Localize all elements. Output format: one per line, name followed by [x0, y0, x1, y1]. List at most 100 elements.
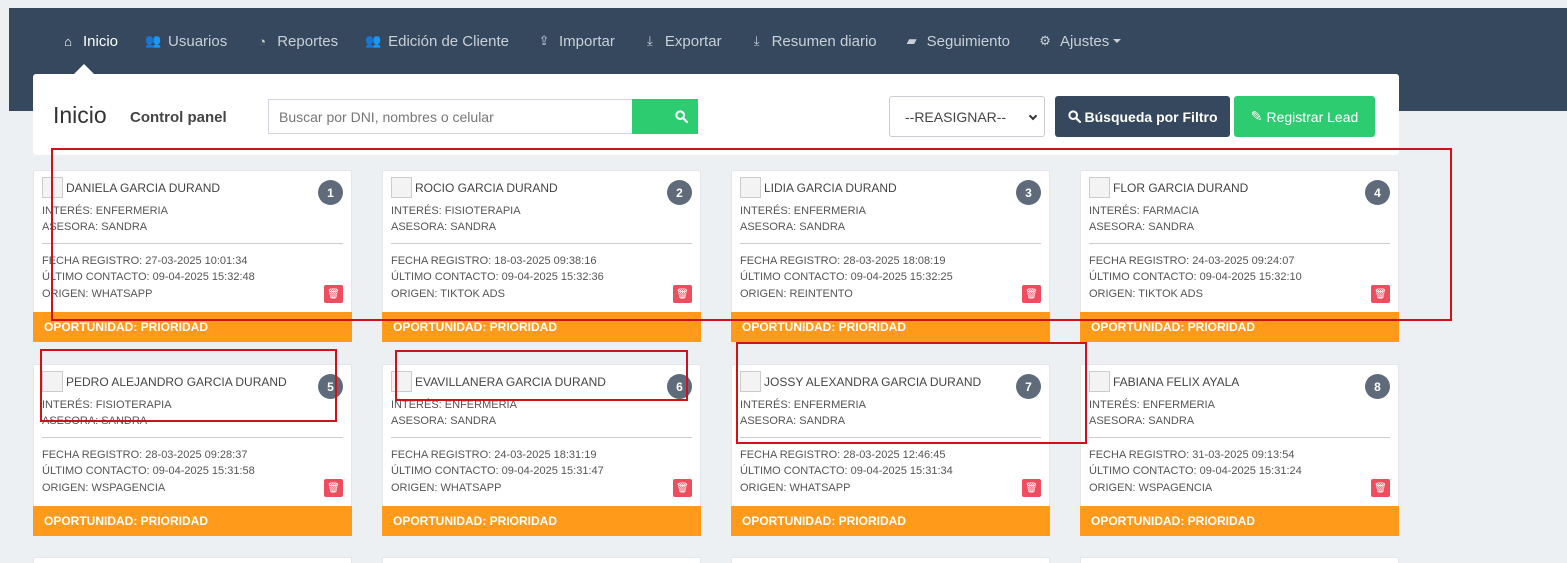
filter-label: Búsqueda por Filtro — [1084, 108, 1218, 125]
lead-card[interactable]: PEDRO ALEJANDRO GARCIA DURAND 5 INTERÉS: F… — [33, 364, 352, 536]
lead-advisor: ASESORA: SANDRA — [740, 415, 846, 427]
lead-name[interactable]: LIDIA GARCIA DURAND — [764, 181, 897, 195]
nav-label: Exportar — [664, 32, 722, 50]
select-checkbox[interactable] — [391, 177, 412, 198]
lead-interest: INTERÉS: ENFERMERIA — [391, 399, 517, 411]
lead-origin: ORIGEN: WHATSAPP — [391, 482, 502, 494]
search-button[interactable] — [632, 99, 698, 134]
opportunity-status: OPORTUNIDAD: PRIORIDAD — [33, 312, 352, 342]
trash-icon: 🗑 — [1025, 482, 1038, 494]
divider — [740, 437, 1041, 438]
search-icon — [675, 110, 688, 123]
search-input[interactable] — [268, 99, 633, 134]
lead-name[interactable]: PEDRO ALEJANDRO GARCIA DURAND — [66, 375, 287, 389]
delete-button[interactable]: 🗑 — [1022, 285, 1041, 303]
upload-icon: ⇪ — [538, 33, 550, 48]
nav-resumen-diario[interactable]: ⤓ Resumen diario — [749, 33, 877, 50]
lead-name[interactable]: EVAVILLANERA GARCIA DURAND — [415, 375, 606, 389]
delete-button[interactable]: 🗑 — [1022, 479, 1041, 497]
lead-last-contact: ÚLTIMO CONTACTO: 09-04-2025 15:32:25 — [740, 271, 953, 283]
card-number-badge: 8 — [1365, 374, 1390, 399]
lead-last-contact: ÚLTIMO CONTACTO: 09-04-2025 15:31:34 — [740, 465, 953, 477]
edit-icon: ✎ — [1250, 108, 1263, 124]
lead-card[interactable]: DANIELA GARCIA DURAND 1 INTERÉS: ENFERMERI… — [33, 170, 352, 342]
delete-button[interactable]: 🗑 — [673, 479, 692, 497]
lead-card[interactable]: LIDIA GARCIA DURAND 3 INTERÉS: ENFERMERIA A… — [731, 170, 1050, 342]
lead-last-contact: ÚLTIMO CONTACTO: 09-04-2025 15:31:47 — [391, 465, 604, 477]
register-label: Registrar Lead — [1266, 108, 1359, 125]
select-checkbox[interactable] — [740, 177, 761, 198]
nav-reportes[interactable]: ◔ Reportes — [254, 33, 338, 50]
select-checkbox[interactable] — [42, 177, 63, 198]
nav-edicion-cliente[interactable]: 👥 Edición de Cliente — [365, 33, 509, 50]
lead-card[interactable]: FLOR GARCIA DURAND 4 INTERÉS: FARMACIA ASES… — [1080, 170, 1399, 342]
lead-last-contact: ÚLTIMO CONTACTO: 09-04-2025 15:32:48 — [42, 271, 255, 283]
lead-card[interactable]: FABIANA FELIX AYALA 8 INTERÉS: ENFERMERIA A… — [1080, 364, 1399, 536]
trash-icon: 🗑 — [676, 288, 689, 300]
delete-button[interactable]: 🗑 — [324, 479, 343, 497]
opportunity-status: OPORTUNIDAD: PRIORIDAD — [731, 506, 1050, 536]
filter-search-button[interactable]: Búsqueda por Filtro — [1055, 96, 1230, 137]
nav-usuarios[interactable]: 👥 Usuarios — [145, 33, 227, 50]
reassign-select[interactable]: --REASIGNAR-- — [889, 96, 1045, 137]
lead-name[interactable]: JOSSY ALEXANDRA GARCIA DURAND — [764, 375, 981, 389]
lead-interest: INTERÉS: ENFERMERIA — [1089, 399, 1215, 411]
lead-registration-date: FECHA REGISTRO: 31-03-2025 09:13:54 — [1089, 449, 1295, 461]
download-icon: ⤓ — [647, 33, 653, 48]
users-icon: 👥 — [365, 33, 382, 48]
select-checkbox[interactable] — [42, 371, 63, 392]
gear-icon: ⚙ — [1039, 33, 1051, 48]
select-checkbox[interactable] — [1089, 371, 1110, 392]
lead-card[interactable]: JOSSY ALEXANDRA GARCIA DURAND 7 INTERÉS: E… — [731, 364, 1050, 536]
lead-card[interactable]: EVAVILLANERA GARCIA DURAND 6 INTERÉS: ENFE… — [382, 364, 701, 536]
lead-registration-date: FECHA REGISTRO: 27-03-2025 10:01:34 — [42, 255, 248, 267]
delete-button[interactable]: 🗑 — [1371, 285, 1390, 303]
nav-inicio[interactable]: ⌂ Inicio — [60, 33, 118, 50]
lead-advisor: ASESORA: SANDRA — [42, 415, 148, 427]
lead-interest: INTERÉS: FARMACIA — [1089, 205, 1200, 217]
lead-name[interactable]: FABIANA FELIX AYALA — [1113, 375, 1239, 389]
lead-card-partial — [731, 557, 1050, 563]
trash-icon: 🗑 — [327, 482, 340, 494]
nav-exportar[interactable]: ⤓ Exportar — [642, 33, 722, 50]
page-subtitle: Control panel — [130, 109, 227, 126]
divider — [740, 243, 1041, 244]
opportunity-status: OPORTUNIDAD: PRIORIDAD — [382, 312, 701, 342]
lead-registration-date: FECHA REGISTRO: 28-03-2025 18:08:19 — [740, 255, 946, 267]
divider — [42, 243, 343, 244]
divider — [391, 437, 692, 438]
header-panel: Inicio Control panel --REASIGNAR-- Búsqu… — [33, 74, 1399, 155]
card-number-badge: 1 — [318, 180, 343, 205]
lead-card[interactable]: ROCIO GARCIA DURAND 2 INTERÉS: FISIOTERAPI… — [382, 170, 701, 342]
lead-name[interactable]: FLOR GARCIA DURAND — [1113, 181, 1248, 195]
delete-button[interactable]: 🗑 — [324, 285, 343, 303]
nav-seguimiento[interactable]: ▰ Seguimiento — [904, 33, 1010, 50]
select-checkbox[interactable] — [740, 371, 761, 392]
nav-label: Seguimiento — [926, 32, 1011, 50]
select-checkbox[interactable] — [391, 371, 412, 392]
trash-icon: 🗑 — [676, 482, 689, 494]
trash-icon: 🗑 — [1374, 482, 1387, 494]
lead-origin: ORIGEN: WHATSAPP — [740, 482, 851, 494]
card-number-badge: 2 — [667, 180, 692, 205]
delete-button[interactable]: 🗑 — [673, 285, 692, 303]
download-icon: ⤓ — [753, 33, 760, 48]
trash-icon: 🗑 — [1374, 288, 1387, 300]
delete-button[interactable]: 🗑 — [1371, 479, 1390, 497]
opportunity-status: OPORTUNIDAD: PRIORIDAD — [731, 312, 1050, 342]
nav-importar[interactable]: ⇪ Importar — [536, 33, 615, 50]
lead-name[interactable]: ROCIO GARCIA DURAND — [415, 181, 558, 195]
card-number-badge: 3 — [1016, 180, 1041, 205]
lead-origin: ORIGEN: TIKTOK ADS — [391, 288, 505, 300]
lead-interest: INTERÉS: ENFERMERIA — [740, 205, 866, 217]
trash-icon: 🗑 — [327, 288, 340, 300]
select-checkbox[interactable] — [1089, 177, 1110, 198]
lead-registration-date: FECHA REGISTRO: 18-03-2025 09:38:16 — [391, 255, 597, 267]
register-lead-button[interactable]: ✎ Registrar Lead — [1234, 96, 1375, 137]
lead-registration-date: FECHA REGISTRO: 28-03-2025 09:28:37 — [42, 449, 248, 461]
nav-label: Edición de Cliente — [388, 32, 510, 50]
lead-name[interactable]: DANIELA GARCIA DURAND — [66, 181, 220, 195]
opportunity-status: OPORTUNIDAD: PRIORIDAD — [33, 506, 352, 536]
home-icon: ⌂ — [64, 33, 72, 49]
nav-ajustes[interactable]: ⚙ Ajustes — [1037, 33, 1122, 50]
